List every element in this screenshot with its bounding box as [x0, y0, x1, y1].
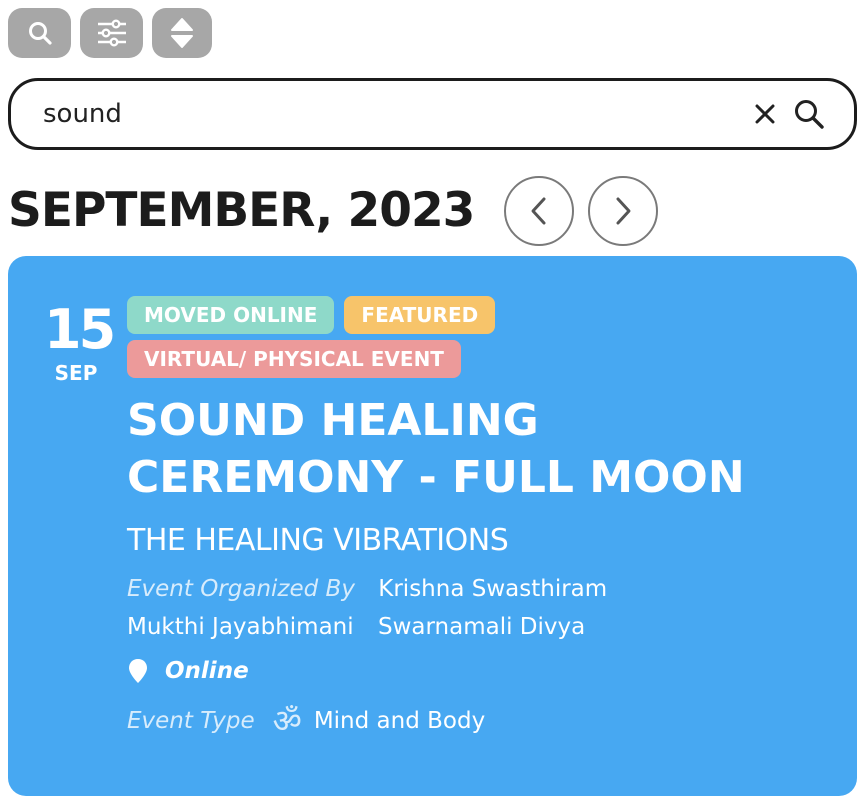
sliders-icon [97, 19, 126, 47]
search-icon [28, 22, 52, 45]
event-badges: MOVED ONLINE FEATURED VIRTUAL/ PHYSICAL … [127, 296, 567, 378]
om-icon: ॐ [272, 702, 302, 740]
location-pin-icon [129, 659, 147, 683]
organized-by-label: Event Organized By [127, 576, 355, 602]
search-toggle-button[interactable] [8, 8, 71, 58]
organizer-link[interactable]: Mukthi Jayabhimani [127, 614, 354, 640]
organizer-link[interactable]: Krishna Swasthiram [378, 576, 607, 602]
event-location: Online [127, 654, 249, 688]
virtual-physical-badge: VIRTUAL/ PHYSICAL EVENT [127, 340, 461, 378]
submit-search-button[interactable] [792, 97, 826, 131]
event-type: Event Type ॐ Mind and Body [127, 702, 485, 740]
event-month: SEP [54, 361, 98, 385]
sort-icon [171, 18, 193, 48]
month-title: SEPTEMBER, 2023 [8, 183, 475, 238]
event-subtitle: THE HEALING VIBRATIONS [127, 523, 509, 558]
search-bar [8, 78, 857, 150]
event-organizers: Event Organized By Krishna Swasthiram Mu… [127, 570, 647, 646]
next-month-button[interactable] [588, 176, 659, 246]
filters-button[interactable] [80, 8, 143, 58]
event-title[interactable]: SOUND HEALING CEREMONY - FULL MOON [127, 392, 827, 506]
chevron-right-icon [616, 197, 631, 225]
location-value: Online [165, 658, 249, 684]
toolbar [8, 8, 212, 58]
event-type-label: Event Type [127, 708, 255, 734]
search-icon [795, 100, 824, 129]
event-card[interactable]: 15 SEP MOVED ONLINE FEATURED VIRTUAL/ PH… [8, 256, 857, 796]
moved-online-badge: MOVED ONLINE [127, 296, 335, 334]
chevron-left-icon [531, 197, 546, 225]
organizer-link[interactable]: Swarnamali Divya [378, 614, 585, 640]
search-input[interactable] [43, 94, 748, 134]
previous-month-button[interactable] [504, 176, 575, 246]
event-day: 15 [44, 298, 116, 361]
month-header: SEPTEMBER, 2023 [8, 176, 659, 246]
close-icon [755, 104, 775, 124]
clear-search-button[interactable] [748, 97, 782, 131]
event-type-value[interactable]: Mind and Body [314, 702, 485, 740]
featured-badge: FEATURED [344, 296, 496, 334]
sort-button[interactable] [152, 8, 212, 58]
